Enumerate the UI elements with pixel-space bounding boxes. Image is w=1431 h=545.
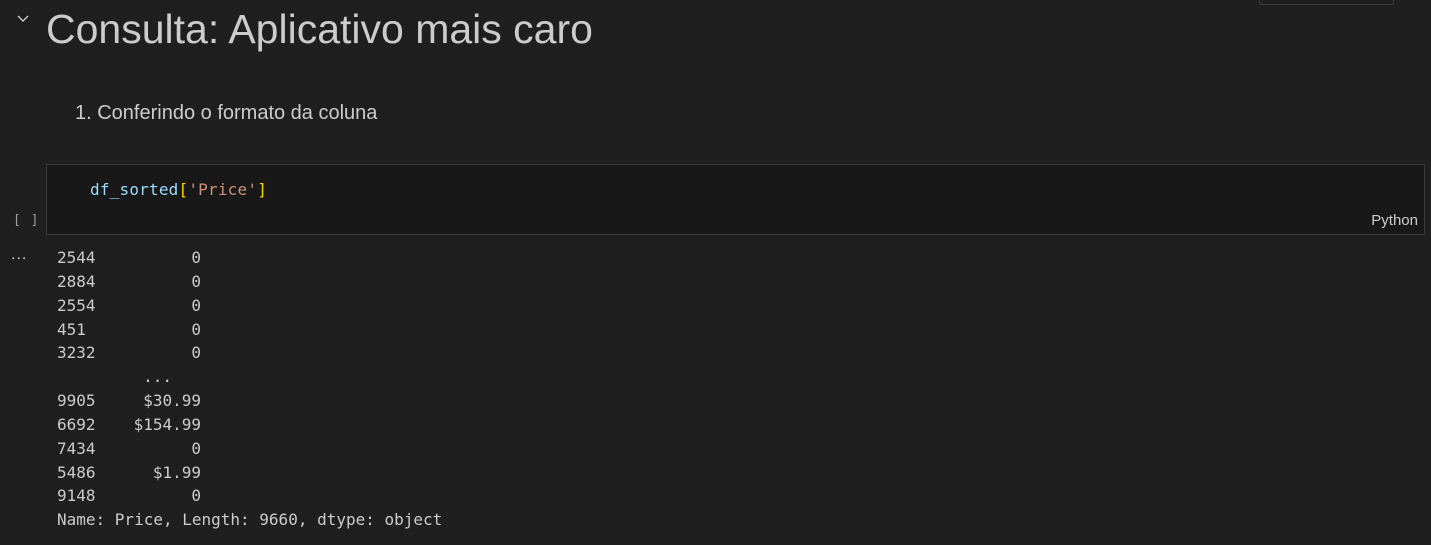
markdown-list: 1. Conferindo o formato da coluna xyxy=(75,100,377,126)
code-variable: df_sorted xyxy=(90,180,179,199)
output-row: 9905 $30.99 xyxy=(57,389,442,413)
code-string: 'Price' xyxy=(188,180,258,199)
list-item: 1. Conferindo o formato da coluna xyxy=(75,102,378,124)
output-value: 0 xyxy=(191,438,201,458)
output-more-actions-icon[interactable]: ... xyxy=(11,246,27,264)
output-row: 3232 0 xyxy=(57,341,442,365)
output-value: 0 xyxy=(191,295,201,315)
output-row: 2544 0 xyxy=(57,246,442,270)
output-ellipsis-row: ... xyxy=(57,365,442,389)
execution-count[interactable]: [ ] xyxy=(13,213,39,228)
chevron-down-icon[interactable] xyxy=(14,10,32,28)
cell-output: 2544 0 2884 0 2554 0 451 0 3232 0 ... 99… xyxy=(57,246,442,532)
output-value: 0 xyxy=(191,343,201,363)
output-row: 9148 0 xyxy=(57,484,442,508)
code-bracket-open: [ xyxy=(178,180,189,199)
output-value: 0 xyxy=(191,248,201,267)
section-heading: Consulta: Aplicativo mais caro xyxy=(46,6,593,52)
output-row: 7434 0 xyxy=(57,437,442,461)
output-value: 0 xyxy=(191,486,201,506)
output-value: 0 xyxy=(191,271,201,291)
language-selector[interactable]: Python xyxy=(1371,212,1418,229)
notebook-editor: Consulta: Aplicativo mais caro 1. Confer… xyxy=(0,0,1431,545)
output-summary: Name: Price, Length: 9660, dtype: object xyxy=(57,510,443,530)
output-row: 451 0 xyxy=(57,318,442,342)
output-row: 2554 0 xyxy=(57,294,442,318)
code-cell[interactable]: df_sorted['Price'] Python xyxy=(46,164,1425,235)
output-value: 0 xyxy=(191,319,201,339)
code-bracket-close: ] xyxy=(257,180,268,199)
output-row: 2884 0 xyxy=(57,270,442,294)
cell-toolbar[interactable] xyxy=(1259,0,1394,5)
output-row: 5486 $1.99 xyxy=(57,461,442,485)
output-value: $1.99 xyxy=(152,462,201,482)
output-row: 6692 $154.99 xyxy=(57,413,442,437)
output-value: $30.99 xyxy=(143,391,201,411)
code-editor-line[interactable]: df_sorted['Price'] xyxy=(90,179,267,201)
output-value: $154.99 xyxy=(133,414,201,434)
output-ellipsis: ... xyxy=(143,367,172,387)
